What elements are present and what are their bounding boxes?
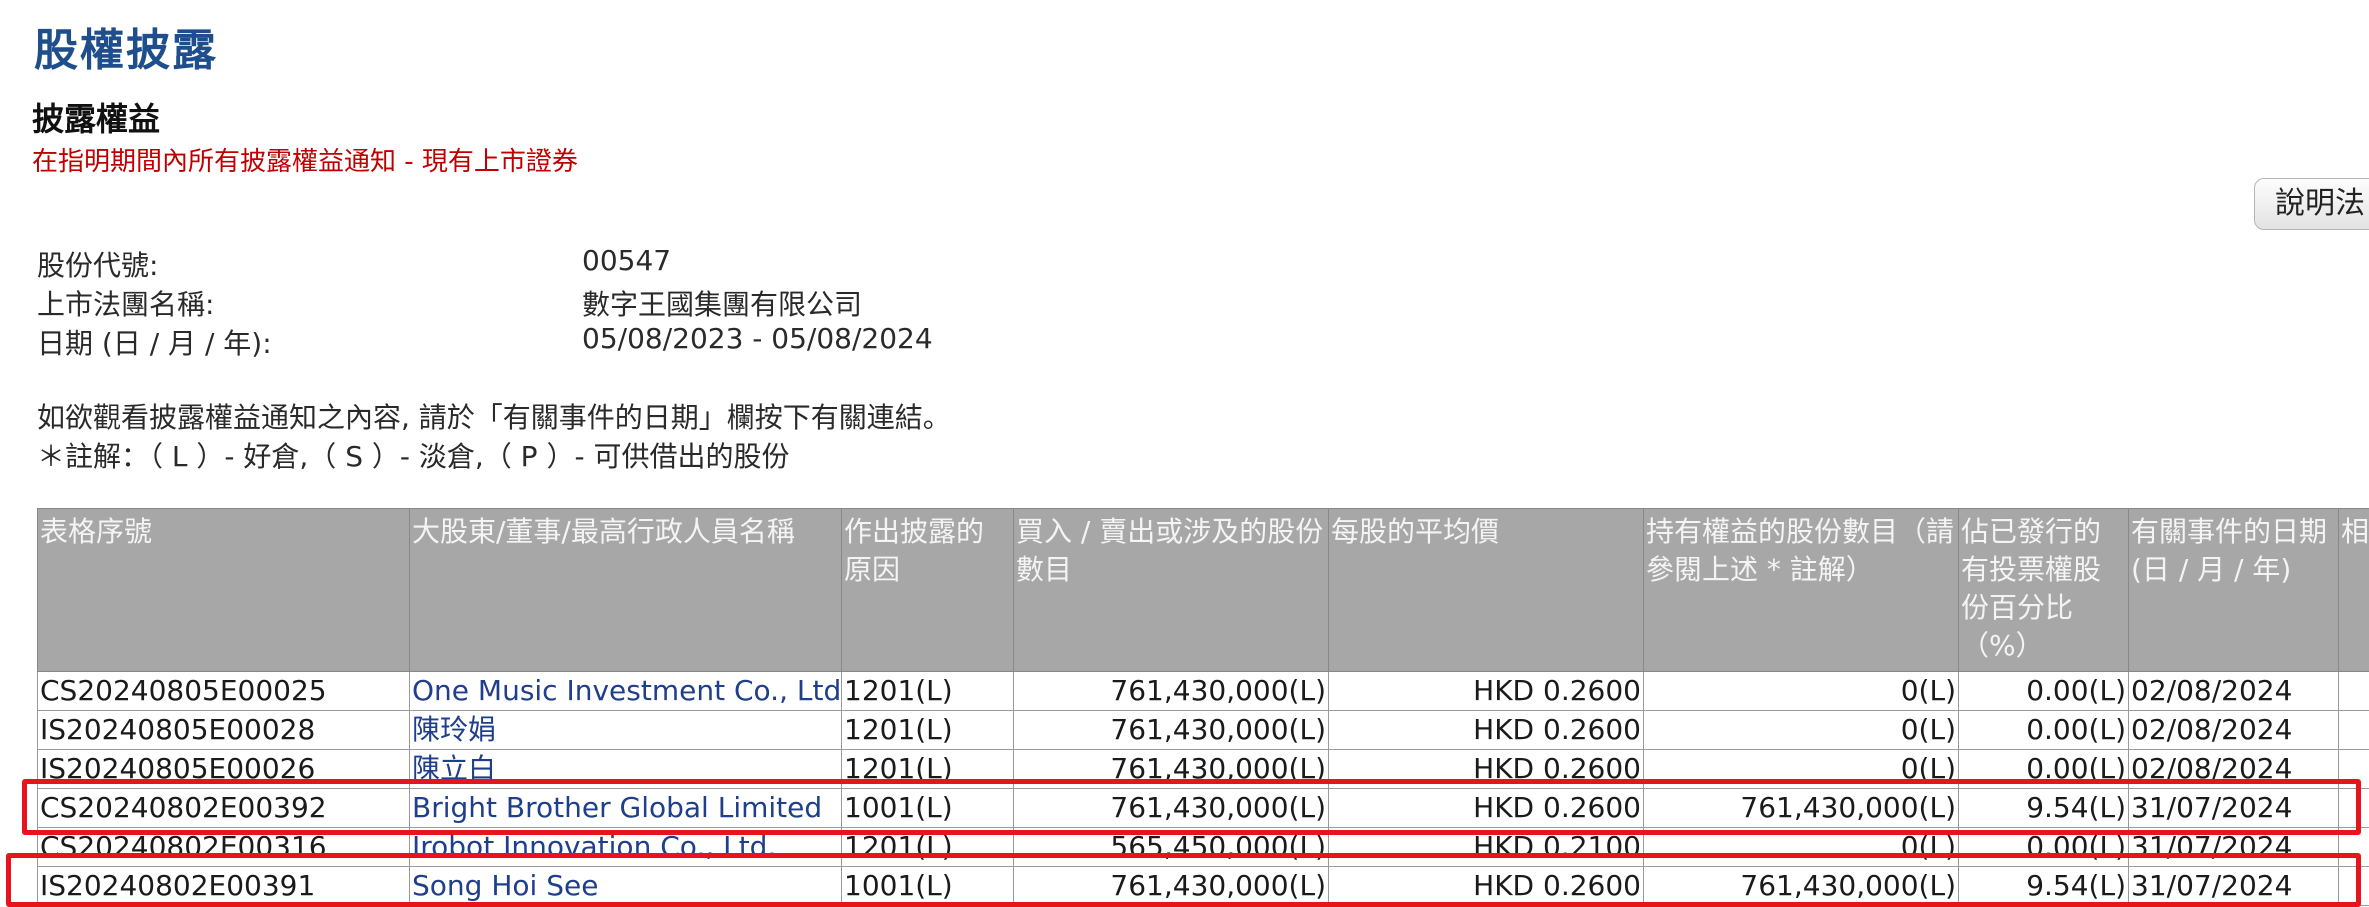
- event-date-link[interactable]: 02/08/2024: [2129, 672, 2339, 711]
- disclosure-table: 表格序號 大股東/董事/最高行政人員名稱 作出披露的原因 買入 / 賣出或涉及的…: [37, 508, 2369, 906]
- col-header-reason: 作出披露的原因: [842, 509, 1014, 672]
- section-subtitle: 在指明期間內所有披露權益通知 - 現有上市證券: [32, 141, 578, 178]
- shares-held: 761,430,000(L): [1644, 867, 1959, 906]
- avg-price: HKD 0.2600: [1329, 711, 1644, 750]
- date-range-value: 05/08/2023 - 05/08/2024: [582, 322, 933, 355]
- date-range-label: 日期 (日 / 月 / 年):: [37, 322, 272, 362]
- col-header-form-no: 表格序號: [38, 509, 410, 672]
- extra-cell: [2339, 867, 2369, 906]
- reason-code: 1001(L): [842, 867, 1014, 906]
- help-button[interactable]: 說明法: [2254, 178, 2369, 230]
- event-date-link[interactable]: 31/07/2024: [2129, 828, 2339, 867]
- reason-code: 1201(L): [842, 672, 1014, 711]
- holder-name: 陳玲娟: [410, 711, 842, 750]
- section-title: 披露權益: [32, 94, 160, 140]
- col-header-name: 大股東/董事/最高行政人員名稱: [410, 509, 842, 672]
- col-header-pct: 佔已發行的有投票權股份百分比（%）: [1959, 509, 2129, 672]
- table-row: IS20240802E00391 Song Hoi See 1001(L) 76…: [38, 867, 2369, 906]
- page-title: 股權披露: [34, 14, 218, 78]
- form-number-link[interactable]: IS20240802E00391: [38, 867, 410, 906]
- table-header-row: 表格序號 大股東/董事/最高行政人員名稱 作出披露的原因 買入 / 賣出或涉及的…: [38, 509, 2369, 672]
- holder-name: 陳立白: [410, 750, 842, 789]
- form-number-link[interactable]: CS20240802E00316: [38, 828, 410, 867]
- reason-code: 1201(L): [842, 711, 1014, 750]
- table-row: CS20240802E00316 Irobot Innovation Co., …: [38, 828, 2369, 867]
- reason-code: 1201(L): [842, 828, 1014, 867]
- stock-code-label: 股份代號:: [37, 244, 158, 284]
- form-number-link[interactable]: CS20240802E00392: [38, 789, 410, 828]
- avg-price: HKD 0.2600: [1329, 672, 1644, 711]
- table-row: IS20240805E00028 陳玲娟 1201(L) 761,430,000…: [38, 711, 2369, 750]
- extra-cell: [2339, 672, 2369, 711]
- percent-held: 9.54(L): [1959, 867, 2129, 906]
- holder-name: Song Hoi See: [410, 867, 842, 906]
- shares-held: 0(L): [1644, 828, 1959, 867]
- event-date-link[interactable]: 02/08/2024: [2129, 750, 2339, 789]
- percent-held: 0.00(L): [1959, 828, 2129, 867]
- shares-involved: 761,430,000(L): [1014, 867, 1329, 906]
- company-name-label: 上市法團名稱:: [37, 283, 214, 323]
- extra-cell: [2339, 711, 2369, 750]
- event-date-link[interactable]: 02/08/2024: [2129, 711, 2339, 750]
- avg-price: HKD 0.2600: [1329, 789, 1644, 828]
- percent-held: 9.54(L): [1959, 789, 2129, 828]
- instructions-text: 如欲觀看披露權益通知之內容, 請於「有關事件的日期」欄按下有關連結。: [37, 396, 951, 436]
- col-header-event-date: 有關事件的日期(日 / 月 / 年): [2129, 509, 2339, 672]
- shares-held: 0(L): [1644, 672, 1959, 711]
- reason-code: 1201(L): [842, 750, 1014, 789]
- shares-involved: 761,430,000(L): [1014, 789, 1329, 828]
- stock-code-value: 00547: [582, 244, 671, 277]
- table-row: IS20240805E00026 陳立白 1201(L) 761,430,000…: [38, 750, 2369, 789]
- notes-legend: ＊註解：（ L ）- 好倉,（ S ）- 淡倉,（ P ）- 可供借出的股份: [37, 435, 789, 475]
- table-row: CS20240802E00392 Bright Brother Global L…: [38, 789, 2369, 828]
- extra-cell: [2339, 750, 2369, 789]
- table-row: CS20240805E00025 One Music Investment Co…: [38, 672, 2369, 711]
- col-header-avg-price: 每股的平均價: [1329, 509, 1644, 672]
- avg-price: HKD 0.2600: [1329, 867, 1644, 906]
- shares-involved: 565,450,000(L): [1014, 828, 1329, 867]
- form-number-link[interactable]: IS20240805E00028: [38, 711, 410, 750]
- event-date-link[interactable]: 31/07/2024: [2129, 867, 2339, 906]
- extra-cell: [2339, 828, 2369, 867]
- percent-held: 0.00(L): [1959, 711, 2129, 750]
- percent-held: 0.00(L): [1959, 672, 2129, 711]
- form-number-link[interactable]: IS20240805E00026: [38, 750, 410, 789]
- holder-name: Irobot Innovation Co., Ltd.: [410, 828, 842, 867]
- avg-price: HKD 0.2100: [1329, 828, 1644, 867]
- event-date-link[interactable]: 31/07/2024: [2129, 789, 2339, 828]
- shares-held: 0(L): [1644, 711, 1959, 750]
- holder-name: One Music Investment Co., Ltd.: [410, 672, 842, 711]
- form-number-link[interactable]: CS20240805E00025: [38, 672, 410, 711]
- holder-name: Bright Brother Global Limited: [410, 789, 842, 828]
- shares-involved: 761,430,000(L): [1014, 711, 1329, 750]
- shares-involved: 761,430,000(L): [1014, 672, 1329, 711]
- col-header-held: 持有權益的股份數目（請參閱上述 * 註解）: [1644, 509, 1959, 672]
- reason-code: 1001(L): [842, 789, 1014, 828]
- avg-price: HKD 0.2600: [1329, 750, 1644, 789]
- extra-cell: [2339, 789, 2369, 828]
- company-name-value: 數字王國集團有限公司: [582, 283, 862, 323]
- percent-held: 0.00(L): [1959, 750, 2129, 789]
- shares-held: 0(L): [1644, 750, 1959, 789]
- shares-involved: 761,430,000(L): [1014, 750, 1329, 789]
- shares-held: 761,430,000(L): [1644, 789, 1959, 828]
- col-header-shares: 買入 / 賣出或涉及的股份數目: [1014, 509, 1329, 672]
- col-header-extra: 相: [2339, 509, 2369, 672]
